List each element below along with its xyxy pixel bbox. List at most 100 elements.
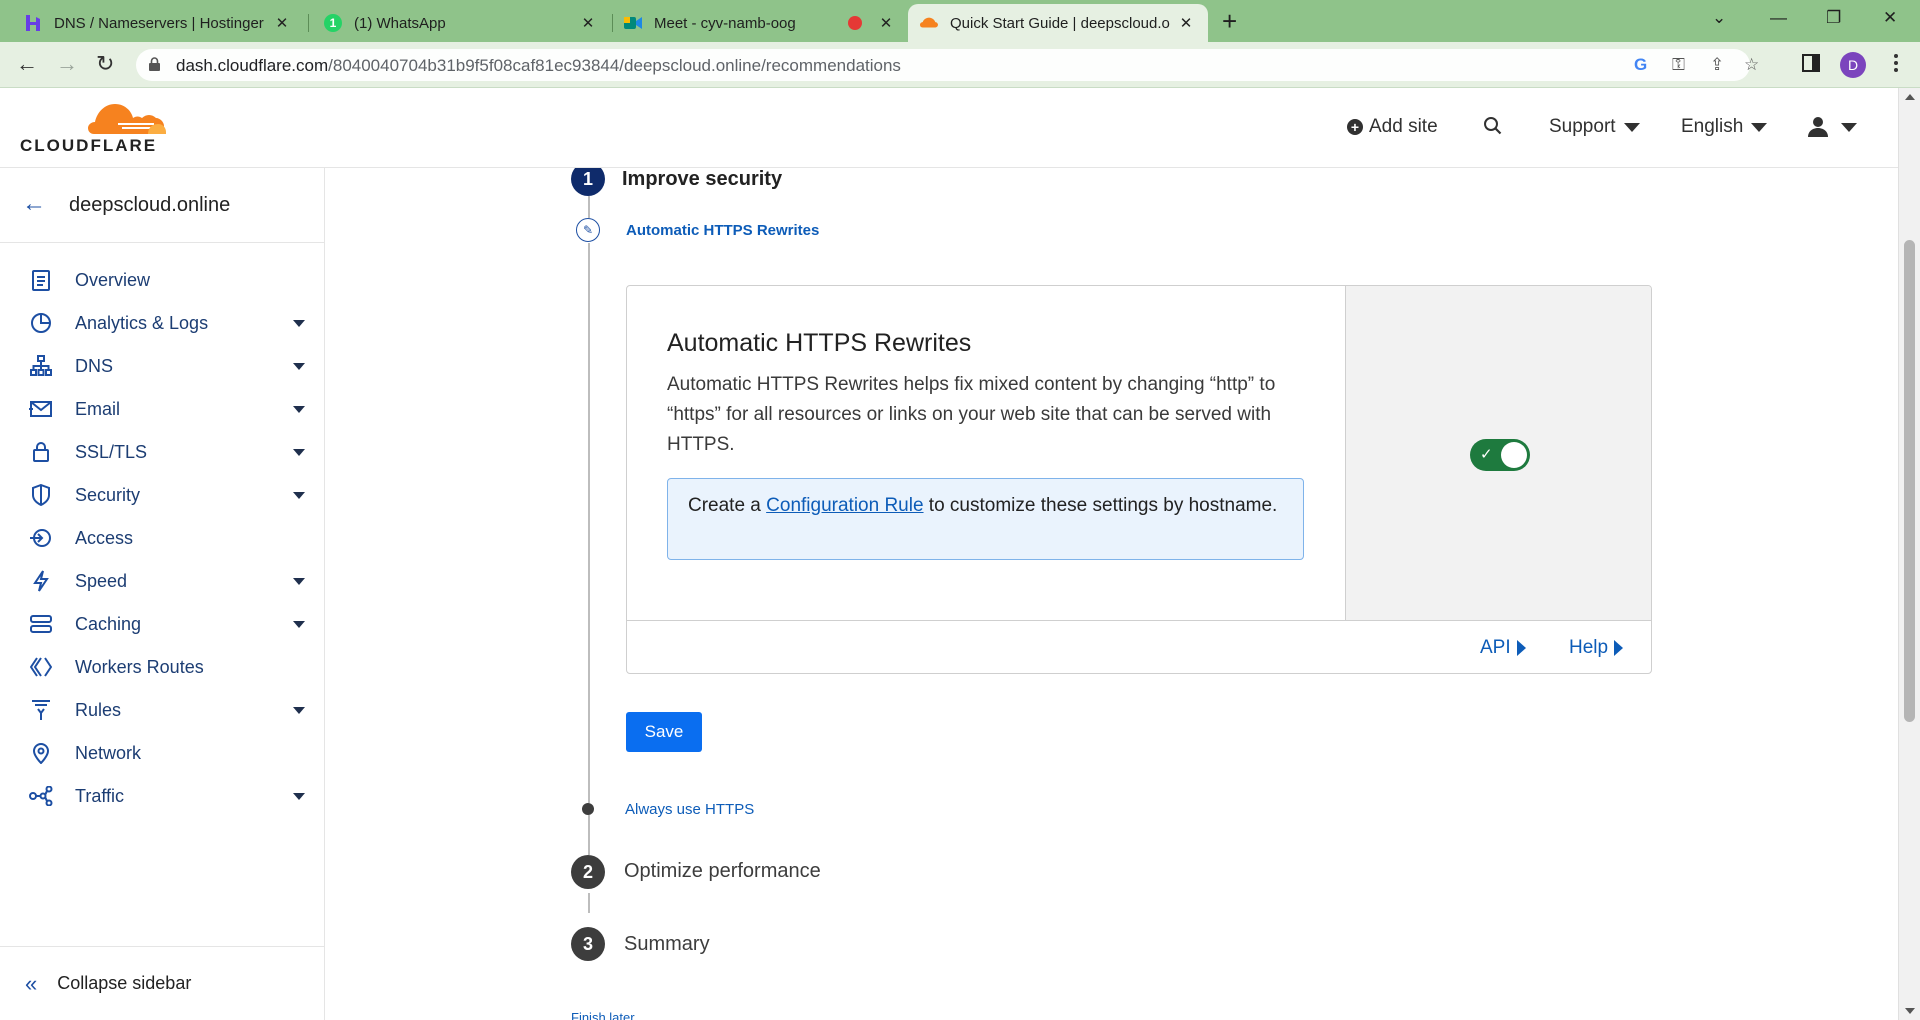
sidebar-item-caching[interactable]: Caching [0, 602, 324, 646]
sidebar-item-rules[interactable]: Rules [0, 688, 324, 732]
sidebar-item-speed[interactable]: Speed [0, 559, 324, 603]
sidebar-item-analytics-logs[interactable]: Analytics & Logs [0, 301, 324, 345]
scroll-up-arrow-icon[interactable] [1905, 94, 1915, 100]
browser-tab-whatsapp[interactable]: 1 (1) WhatsApp ✕ [312, 4, 610, 42]
user-menu[interactable] [1807, 116, 1857, 138]
api-link[interactable]: API [1480, 637, 1526, 659]
support-label: Support [1549, 116, 1616, 137]
url-input[interactable]: dash.cloudflare.com/8040040704b31b9f5f08… [136, 49, 1759, 81]
close-tab-icon[interactable]: ✕ [1176, 14, 1196, 32]
sidebar-item-label: Access [75, 527, 134, 548]
side-panel-icon[interactable] [1802, 52, 1820, 78]
google-lens-icon[interactable]: G [1634, 55, 1647, 75]
tab-search-icon[interactable]: ⌄ [1712, 8, 1726, 28]
browser-menu-icon[interactable] [1894, 54, 1898, 74]
close-tab-icon[interactable]: ✕ [578, 14, 598, 32]
setting-card: Automatic HTTPS Rewrites Automatic HTTPS… [626, 285, 1652, 674]
sidebar-item-network[interactable]: Network [0, 731, 324, 775]
site-name: deepscloud.online [69, 194, 231, 216]
location-pin-icon [26, 742, 56, 764]
tab-title: DNS / Nameservers | Hostinger [54, 14, 264, 32]
chevron-down-icon[interactable] [293, 405, 305, 413]
page-scrollbar[interactable] [1898, 88, 1920, 1020]
lock-icon [149, 57, 160, 71]
configuration-rule-link[interactable]: Configuration Rule [766, 495, 923, 516]
chevron-down-icon[interactable] [293, 620, 305, 628]
step-title-optimize[interactable]: Optimize performance [624, 860, 821, 883]
back-arrow-icon[interactable]: ← [16, 51, 38, 77]
substep-link-https-rewrites[interactable]: Automatic HTTPS Rewrites [626, 222, 819, 239]
timeline-dot [582, 803, 594, 815]
step-number: 3 [571, 927, 605, 961]
close-tab-icon[interactable]: ✕ [876, 14, 896, 32]
restore-icon[interactable]: ❐ [1826, 8, 1841, 28]
tab-title: Meet - cyv-namb-oog [654, 14, 796, 32]
https-rewrites-toggle[interactable]: ✓ [1470, 439, 1530, 471]
chevron-down-icon [1841, 122, 1857, 132]
key-icon[interactable]: ⚿ [1672, 55, 1685, 75]
close-tab-icon[interactable]: ✕ [272, 14, 292, 32]
sidebar-item-security[interactable]: Security [0, 473, 324, 517]
save-button[interactable]: Save [626, 712, 702, 752]
sidebar-item-label: Speed [75, 570, 128, 591]
main-content: 1 Improve security ✎ Automatic HTTPS Rew… [325, 168, 1898, 1020]
sidebar-item-access[interactable]: Access [0, 516, 324, 560]
finish-later-link[interactable]: Finish later [571, 1010, 635, 1020]
cloudflare-logo[interactable]: CLOUDFLARE [20, 102, 166, 155]
chevron-down-icon[interactable] [293, 491, 305, 499]
browser-tab-bar: DNS / Nameservers | Hostinger ✕ 1 (1) Wh… [0, 0, 1920, 42]
chevron-down-icon[interactable] [293, 362, 305, 370]
profile-avatar[interactable]: D [1840, 52, 1866, 78]
sidebar-item-email[interactable]: Email [0, 387, 324, 431]
support-menu[interactable]: Support [1549, 116, 1640, 138]
bookmark-star-icon[interactable]: ☆ [1744, 55, 1759, 75]
search-icon[interactable] [1483, 116, 1503, 136]
sidebar-item-label: DNS [75, 355, 114, 376]
language-label: English [1681, 116, 1744, 137]
share-nodes-icon [26, 786, 56, 806]
lightning-icon [26, 570, 56, 592]
step-title-summary[interactable]: Summary [624, 933, 710, 956]
chevron-down-icon[interactable] [293, 706, 305, 714]
sidebar-item-label: Rules [75, 699, 122, 720]
back-arrow-icon[interactable]: ← [22, 190, 46, 218]
add-site-button[interactable]: + Add site [1347, 116, 1438, 138]
new-tab-button[interactable]: + [1222, 7, 1237, 35]
scrollbar-thumb[interactable] [1904, 240, 1915, 722]
close-window-icon[interactable]: ✕ [1883, 8, 1897, 28]
share-icon[interactable]: ⇪ [1710, 55, 1724, 75]
browser-tab-cloudflare[interactable]: Quick Start Guide | deepscloud.o ✕ [908, 4, 1208, 42]
document-icon [26, 269, 56, 291]
chevron-down-icon[interactable] [293, 792, 305, 800]
browser-tab-meet[interactable]: Meet - cyv-namb-oog ✕ [612, 4, 908, 42]
chevron-down-icon[interactable] [293, 577, 305, 585]
google-meet-icon [624, 14, 642, 32]
help-link[interactable]: Help [1569, 637, 1624, 659]
double-chevron-left-icon: « [25, 970, 38, 996]
scroll-down-arrow-icon[interactable] [1905, 1008, 1915, 1014]
sidebar-item-dns[interactable]: DNS [0, 344, 324, 388]
user-icon [1808, 117, 1828, 137]
add-site-label: Add site [1369, 116, 1438, 137]
reload-icon[interactable]: ↻ [96, 51, 114, 77]
language-menu[interactable]: English [1681, 116, 1768, 138]
browser-tab-hostinger[interactable]: DNS / Nameservers | Hostinger ✕ [12, 4, 304, 42]
minimize-icon[interactable]: — [1770, 8, 1787, 28]
logo-wordmark: CLOUDFLARE [20, 136, 158, 155]
chevron-down-icon[interactable] [293, 319, 305, 327]
chevron-down-icon[interactable] [293, 448, 305, 456]
forward-arrow-icon[interactable]: → [56, 51, 78, 77]
sidebar-item-ssl-tls[interactable]: SSL/TLS [0, 430, 324, 474]
site-header: ← deepscloud.online [0, 168, 324, 243]
card-footer: API Help [627, 620, 1651, 673]
sidebar-item-workers-routes[interactable]: Workers Routes [0, 645, 324, 689]
collapse-sidebar-button[interactable]: « Collapse sidebar [0, 946, 324, 1020]
cloudflare-icon [920, 14, 938, 32]
sidebar-item-traffic[interactable]: Traffic [0, 774, 324, 818]
step-number: 2 [571, 855, 605, 889]
sidebar-item-overview[interactable]: Overview [0, 258, 324, 302]
substep-link-always-https[interactable]: Always use HTTPS [625, 801, 754, 818]
sidebar-item-label: Analytics & Logs [75, 312, 209, 333]
access-icon [26, 527, 56, 549]
pencil-icon: ✎ [576, 218, 600, 242]
